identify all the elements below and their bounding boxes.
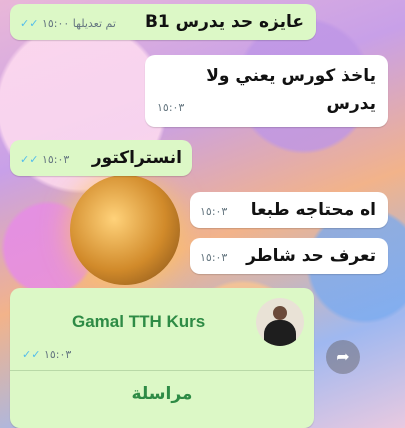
contact-name: Gamal TTH Kurs (72, 312, 206, 331)
message-bubble-incoming[interactable]: ياخذ كورس يعني ولا يدرس ١٥:٠٣ (145, 55, 388, 127)
avatar[interactable] (256, 298, 304, 346)
avatar-body (264, 320, 296, 346)
contact-card[interactable]: Gamal TTH Kurs ١٥:٠٣ ✓✓ مراسلة (10, 288, 314, 428)
wallpaper-moon (70, 175, 180, 285)
message-text: اه محتاجه طبعا (250, 200, 376, 220)
message-time: ١٥:٠٣ (43, 348, 72, 361)
message-text-line2: يدرس (326, 94, 376, 114)
double-check-icon: ✓✓ (22, 348, 44, 361)
message-time: ١٥:٠٣ (41, 153, 70, 166)
avatar-head (273, 306, 287, 320)
message-meta: ١٥:٠٣ ✓✓ (20, 153, 69, 166)
double-check-icon: ✓✓ (20, 153, 42, 166)
message-bubble-incoming[interactable]: تعرف حد شاطر ١٥:٠٣ (190, 238, 388, 274)
edited-label: تم تعديلها (72, 17, 116, 30)
message-time: ١٥:٠٣ (200, 205, 228, 218)
message-text: تعرف حد شاطر (246, 246, 376, 266)
forward-icon[interactable]: ➦ (326, 340, 360, 374)
message-time: ١٥:٠٣ (200, 251, 228, 264)
message-bubble-outgoing[interactable]: عايزه حد يدرس B1 تم تعديلها ١٥:٠٠ ✓✓ (10, 4, 316, 40)
message-time: ١٥:٠٠ (41, 17, 70, 30)
message-meta: ١٥:٠٣ ✓✓ (22, 348, 71, 361)
message-contact-button[interactable]: مراسلة (10, 384, 314, 404)
divider (10, 370, 314, 371)
double-check-icon: ✓✓ (20, 17, 42, 30)
message-bubble-outgoing[interactable]: انستراكتور ١٥:٠٣ ✓✓ (10, 140, 192, 176)
message-time: ١٥:٠٣ (157, 101, 185, 114)
message-bubble-incoming[interactable]: اه محتاجه طبعا ١٥:٠٣ (190, 192, 388, 228)
message-text: ياخذ كورس يعني ولا (206, 66, 376, 86)
message-meta: تم تعديلها ١٥:٠٠ ✓✓ (20, 17, 116, 30)
message-text: انستراكتور (91, 148, 182, 168)
message-text: عايزه حد يدرس B1 (144, 12, 304, 32)
